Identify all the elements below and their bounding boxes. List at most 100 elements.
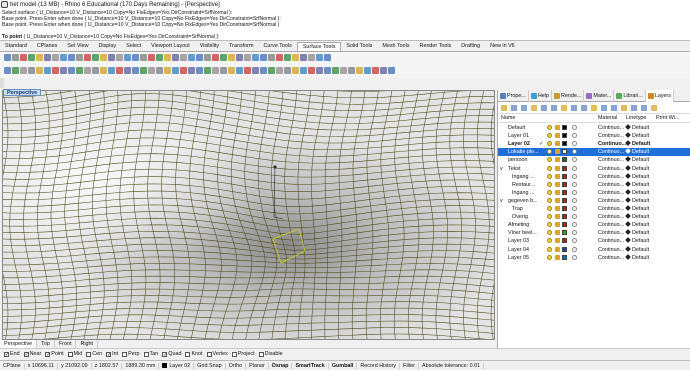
toolbar-icon[interactable]	[236, 54, 243, 61]
toolbar-icon[interactable]	[292, 54, 299, 61]
toolbar-icon[interactable]	[372, 67, 379, 74]
panel-tab-0[interactable]: Prope...	[498, 90, 529, 102]
layer-color-swatch[interactable]	[562, 149, 567, 155]
layer-tool-icon[interactable]	[551, 105, 557, 111]
layer-color-swatch[interactable]	[562, 254, 567, 260]
layer-linetype[interactable]: Continuo...	[598, 206, 624, 212]
osnap-checkbox[interactable]	[206, 351, 212, 357]
layer-print-width[interactable]: Default	[632, 174, 649, 180]
layer-print-width[interactable]: Default	[632, 125, 649, 131]
layer-name[interactable]: Layer 03	[508, 238, 529, 244]
layer-name[interactable]: Lokatie ple...	[508, 149, 539, 155]
tab-new-in-v6[interactable]: New in V6	[485, 42, 520, 51]
lock-icon[interactable]	[555, 206, 560, 211]
osnap-tan[interactable]: Tan	[143, 351, 158, 357]
layer-material-swatch[interactable]	[572, 181, 577, 187]
layer-print-width[interactable]: Default	[632, 230, 649, 236]
toolbar-icon[interactable]	[332, 67, 339, 74]
layer-column-print-wi-[interactable]: Print Wi...	[656, 115, 679, 121]
layer-material-swatch[interactable]	[572, 222, 577, 228]
toolbar-icon[interactable]	[84, 67, 91, 74]
toolbar-icon[interactable]	[20, 54, 27, 61]
layer-row[interactable]: Layer 03 Continuo... Default	[498, 237, 690, 245]
osnap-checkbox[interactable]	[122, 351, 128, 357]
layer-tool-icon[interactable]	[631, 105, 637, 111]
tab-drafting[interactable]: Drafting	[456, 42, 485, 51]
layer-column-material[interactable]: Material	[598, 115, 617, 121]
toolbar-icon[interactable]	[316, 67, 323, 74]
layer-color-swatch[interactable]	[562, 246, 567, 252]
osnap-disable[interactable]: Disable	[258, 351, 283, 357]
toolbar-icon[interactable]	[148, 54, 155, 61]
layer-linetype[interactable]: Continuo...	[598, 214, 624, 220]
toolbar-icon[interactable]	[388, 67, 395, 74]
viewport-tab-right[interactable]: Right	[76, 340, 99, 348]
osnap-checkbox[interactable]	[185, 351, 191, 357]
layer-row[interactable]: Restaur... Continuo... Default	[498, 180, 690, 189]
osnap-checkbox[interactable]	[258, 351, 264, 357]
layer-tool-icon[interactable]	[561, 105, 567, 111]
layer-row[interactable]: Afmeting Continuo... Default	[498, 221, 690, 229]
toolbar-icon[interactable]	[156, 67, 163, 74]
layer-name[interactable]: Layer 04	[508, 247, 529, 253]
layer-tool-icon[interactable]	[611, 105, 617, 111]
tab-curve-tools[interactable]: Curve Tools	[258, 42, 296, 51]
lock-icon[interactable]	[555, 189, 560, 195]
toolbar-icon[interactable]	[4, 67, 11, 74]
visibility-bulb-icon[interactable]	[547, 141, 552, 147]
lock-icon[interactable]	[555, 222, 560, 228]
layer-linetype[interactable]: Continuo...	[598, 166, 624, 172]
layer-row[interactable]: Layer 05 Continuo... Default	[498, 253, 690, 262]
toolbar-icon[interactable]	[108, 54, 115, 61]
status-toggle-filter[interactable]: Filter	[400, 362, 420, 369]
osnap-knot[interactable]: Knot	[185, 351, 203, 357]
osnap-checkbox[interactable]: ✓	[4, 351, 9, 357]
osnap-checkbox[interactable]: ✓	[23, 351, 29, 357]
layer-color-swatch[interactable]	[562, 238, 567, 244]
layer-linetype[interactable]: Continuo...	[598, 174, 624, 180]
tab-render-tools[interactable]: Render Tools	[415, 42, 457, 51]
toolbar-icon[interactable]	[292, 67, 299, 74]
layer-linetype[interactable]: Continuo...	[598, 230, 624, 236]
toolbar-icon[interactable]	[44, 67, 51, 74]
left-toolbar-stub[interactable]	[0, 78, 4, 88]
layer-linetype[interactable]: Continuo...	[598, 247, 624, 253]
layer-material-swatch[interactable]	[572, 214, 577, 220]
osnap-checkbox[interactable]	[67, 351, 73, 357]
visibility-bulb-icon[interactable]	[547, 254, 552, 260]
layer-print-width[interactable]: Default	[632, 206, 649, 212]
tab-transform[interactable]: Transform	[224, 42, 258, 51]
layer-color-swatch[interactable]	[562, 181, 567, 187]
osnap-checkbox[interactable]	[86, 351, 92, 357]
layer-color-swatch[interactable]	[562, 206, 567, 211]
tab-cplanes[interactable]: CPlanes	[32, 42, 62, 51]
visibility-bulb-icon[interactable]	[547, 165, 552, 171]
layer-color-swatch[interactable]	[562, 125, 567, 130]
layer-print-width[interactable]: Default	[632, 133, 649, 139]
layer-print-width[interactable]: Default	[632, 190, 649, 196]
toolbar-icon[interactable]	[228, 67, 235, 74]
layer-color-swatch[interactable]	[562, 141, 567, 147]
layer-row[interactable]: Ingang ... Continuo... Default	[498, 188, 690, 197]
toolbar-icon[interactable]	[356, 67, 363, 74]
osnap-checkbox[interactable]	[231, 351, 237, 357]
layer-print-width[interactable]: Default	[632, 214, 649, 220]
osnap-int[interactable]: ✓ Int	[106, 351, 118, 357]
layer-row[interactable]: Lokatie ple... Continuo... Default	[498, 148, 690, 157]
visibility-bulb-icon[interactable]	[547, 149, 552, 155]
toolbar-icon[interactable]	[300, 67, 307, 74]
layer-tool-icon[interactable]	[541, 105, 547, 111]
layer-name[interactable]: Layer 05	[508, 255, 529, 261]
toolbar-icon[interactable]	[220, 67, 227, 74]
layer-linetype[interactable]: Continuo...	[598, 198, 624, 204]
layer-name[interactable]: Overig	[512, 214, 528, 220]
toolbar-icon[interactable]	[132, 67, 139, 74]
toolbar-icon[interactable]	[188, 67, 195, 74]
layer-color-swatch[interactable]	[562, 165, 567, 171]
toolbar-icon[interactable]	[132, 54, 139, 61]
lock-icon[interactable]	[555, 133, 560, 139]
layer-column-linetype[interactable]: Linetype	[626, 115, 646, 121]
toolbar-icon[interactable]	[172, 67, 179, 74]
layer-tool-icon[interactable]	[621, 105, 627, 111]
tab-solid-tools[interactable]: Solid Tools	[341, 42, 377, 51]
